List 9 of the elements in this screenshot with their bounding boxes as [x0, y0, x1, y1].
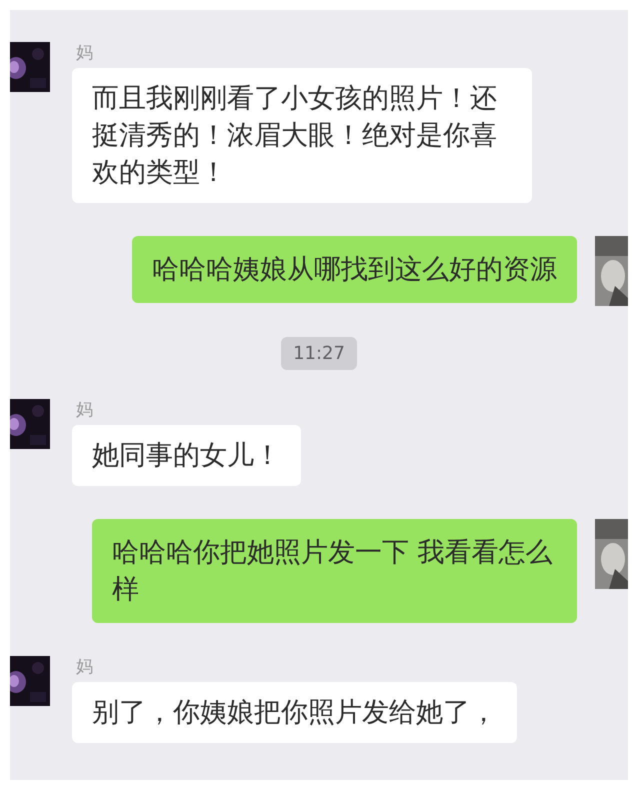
sender-name: 妈: [76, 399, 94, 421]
message-bubble: 别了，你姨娘把你照片发给她了，: [72, 682, 517, 743]
message-bubble: 而且我刚刚看了小女孩的照片！还挺清秀的！浓眉大眼！绝对是你喜欢的类型！: [72, 68, 532, 203]
sender-name: 妈: [76, 656, 94, 678]
message-bubble: 哈哈哈你把她照片发一下 我看看怎么样: [92, 519, 577, 623]
sender-name: 妈: [76, 42, 94, 64]
message-bubble: 哈哈哈姨娘从哪找到这么好的资源: [132, 236, 577, 303]
timestamp: 11:27: [281, 337, 357, 370]
message-bubble: 她同事的女儿！: [72, 425, 301, 486]
